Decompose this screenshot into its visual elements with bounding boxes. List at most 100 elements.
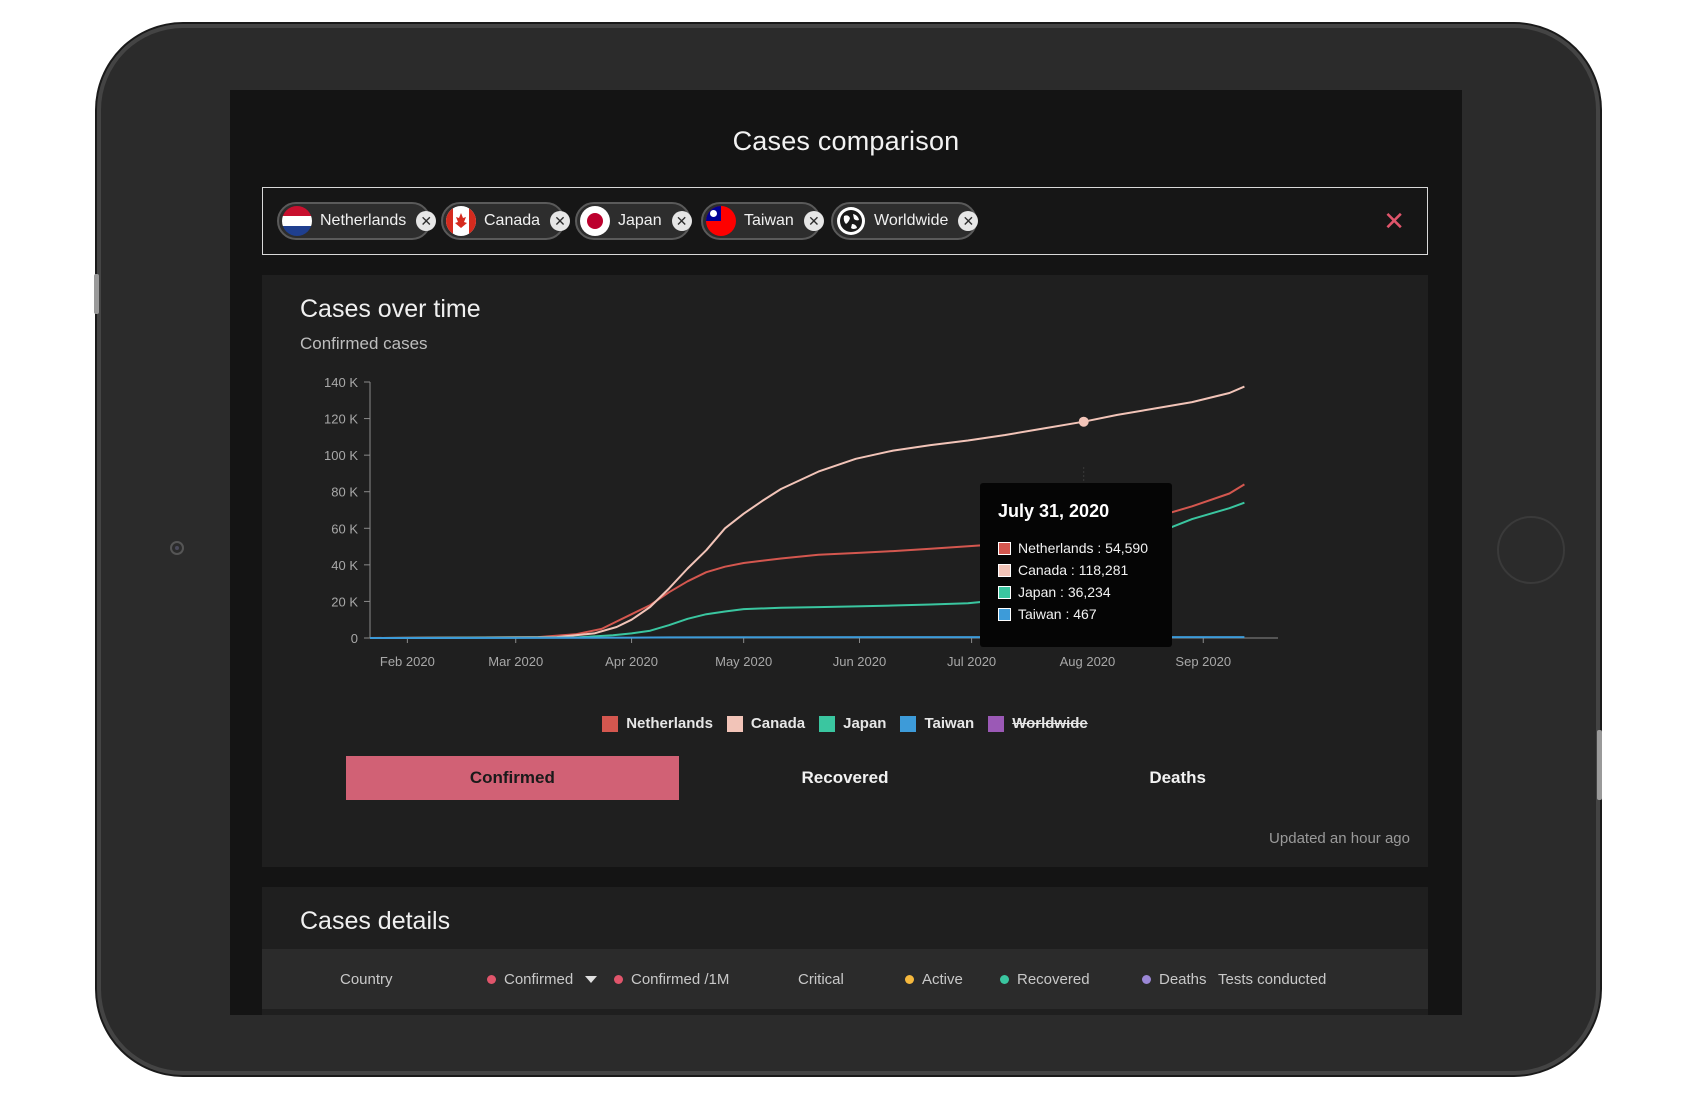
status-dot [1000, 975, 1009, 984]
legend-swatch [819, 715, 836, 732]
tooltip-swatch [998, 607, 1011, 621]
chip-worldwide[interactable]: Worldwide ✕ [831, 202, 979, 240]
column-header-recovered[interactable]: Recovered [1000, 971, 1090, 988]
legend-label: Worldwide [1012, 715, 1088, 732]
tooltip-swatch [998, 541, 1011, 555]
tab-confirmed[interactable]: Confirmed [346, 756, 679, 800]
clear-all-icon[interactable]: ✕ [1383, 206, 1405, 236]
tooltip-row-label: Japan : 36,234 [1018, 584, 1111, 600]
legend-item-worldwide[interactable]: Worldwide [988, 715, 1088, 732]
tooltip-row-label: Canada : 118,281 [1018, 562, 1129, 578]
remove-chip-icon[interactable]: ✕ [671, 211, 692, 231]
chip-netherlands[interactable]: Netherlands ✕ [277, 202, 437, 240]
column-label: Deaths [1159, 971, 1207, 988]
home-button[interactable] [1497, 516, 1565, 584]
device-side-button [1597, 730, 1602, 800]
column-header-tests-conducted[interactable]: Tests conducted [1218, 971, 1326, 988]
tab-deaths[interactable]: Deaths [1011, 756, 1344, 800]
y-tick-label: 80 K [331, 485, 358, 500]
legend-swatch [900, 715, 917, 732]
column-header-country[interactable]: Country [340, 971, 393, 988]
device-side-button [94, 274, 99, 314]
status-dot [1142, 975, 1151, 984]
tooltip-row: Canada : 118,281 [998, 562, 1128, 578]
chip-label: Netherlands [320, 212, 407, 229]
legend-label: Japan [843, 715, 887, 732]
remove-chip-icon[interactable]: ✕ [958, 211, 979, 231]
taiwan-flag-icon [706, 206, 736, 236]
legend-label: Taiwan [924, 715, 975, 732]
chip-label: Canada [484, 212, 541, 229]
remove-chip-icon[interactable]: ✕ [416, 211, 437, 231]
country-selector[interactable]: Netherlands ✕ Canada ✕ Japan ✕ Taiwan ✕ [262, 187, 1428, 255]
legend-item-canada[interactable]: Canada [726, 715, 806, 732]
chip-taiwan[interactable]: Taiwan ✕ [701, 202, 824, 240]
japan-flag-icon [580, 206, 610, 236]
card-title: Cases details [300, 907, 451, 935]
legend-item-japan[interactable]: Japan [819, 715, 886, 732]
chart-tooltip: July 31, 2020 Netherlands : 54,590 Canad… [980, 483, 1172, 647]
updated-timestamp: Updated an hour ago [1269, 830, 1410, 847]
status-dot [487, 975, 496, 984]
column-header-active[interactable]: Active [905, 971, 963, 988]
camera-icon [170, 541, 184, 555]
tooltip-swatch [998, 585, 1011, 599]
column-label: Confirmed [504, 971, 574, 988]
column-label: Country [340, 971, 393, 988]
tooltip-date: July 31, 2020 [998, 501, 1110, 521]
column-header-deaths[interactable]: Deaths [1142, 971, 1207, 988]
tooltip-row: Japan : 36,234 [998, 584, 1111, 600]
column-label: Active [922, 971, 963, 988]
canada-flag-icon [446, 206, 476, 236]
column-label: Tests conducted [1218, 971, 1327, 988]
status-dot [614, 975, 623, 984]
x-tick-label: May 2020 [715, 654, 772, 669]
tooltip-row-label: Netherlands : 54,590 [1018, 540, 1148, 556]
y-tick-label: 20 K [331, 594, 358, 609]
column-header-confirmed[interactable]: Confirmed [487, 971, 598, 988]
tab-recovered[interactable]: Recovered [679, 756, 1012, 800]
legend-label: Netherlands [626, 715, 713, 732]
legend-label: Canada [750, 715, 806, 732]
netherlands-flag-icon [282, 206, 312, 236]
remove-chip-icon[interactable]: ✕ [803, 211, 824, 231]
metric-tabs: Confirmed Recovered Deaths [346, 756, 1344, 800]
hover-point-canada [1078, 416, 1089, 427]
legend-swatch [726, 715, 743, 732]
x-tick-label: Feb 2020 [380, 654, 435, 669]
chart-legend: Netherlands Canada Japan Taiwan Worldwid… [262, 715, 1428, 732]
details-table-header: Country Confirmed Confirmed /1M Critical… [262, 949, 1428, 1009]
chip-label: Worldwide [874, 212, 949, 229]
x-tick-label: Sep 2020 [1175, 654, 1231, 669]
status-dot [905, 975, 914, 984]
chip-japan[interactable]: Japan ✕ [575, 202, 692, 240]
legend-swatch [988, 715, 1005, 732]
y-tick-label: 60 K [331, 521, 358, 536]
globe-icon [836, 206, 866, 236]
chip-canada[interactable]: Canada ✕ [441, 202, 571, 240]
page-title: Cases comparison [732, 126, 960, 156]
x-tick-label: Aug 2020 [1060, 654, 1116, 669]
column-header-confirmed-per-million[interactable]: Confirmed /1M [614, 971, 729, 988]
chip-label: Japan [618, 212, 662, 229]
cases-over-time-card: Cases over time Confirmed cases 0 20 K 40 … [262, 275, 1428, 867]
sort-caret-icon [585, 976, 598, 983]
x-tick-label: Apr 2020 [605, 654, 658, 669]
x-tick-label: Jun 2020 [833, 654, 887, 669]
tooltip-row-label: Taiwan : 467 [1018, 606, 1097, 622]
y-tick-label: 120 K [324, 412, 358, 427]
tooltip-swatch [998, 563, 1011, 577]
app-screen: Cases comparison Netherlands ✕ Canada ✕ … [230, 90, 1462, 1015]
remove-chip-icon[interactable]: ✕ [550, 211, 571, 231]
tooltip-row: Taiwan : 467 [998, 606, 1097, 622]
column-header-critical[interactable]: Critical [798, 971, 844, 988]
legend-item-netherlands[interactable]: Netherlands [602, 715, 713, 732]
cases-details-card: Cases details Country Confirmed Confirme… [262, 887, 1428, 1015]
tooltip-row: Netherlands : 54,590 [998, 540, 1148, 556]
y-tick-label: 0 [351, 631, 358, 646]
y-tick-label: 140 K [324, 375, 358, 390]
cases-line-chart[interactable]: 0 20 K 40 K 60 K 80 K 100 K 120 K 140 K Feb 2020… [262, 275, 1428, 715]
legend-item-taiwan[interactable]: Taiwan [900, 715, 974, 732]
y-tick-label: 100 K [324, 448, 358, 463]
column-label: Critical [798, 971, 844, 988]
